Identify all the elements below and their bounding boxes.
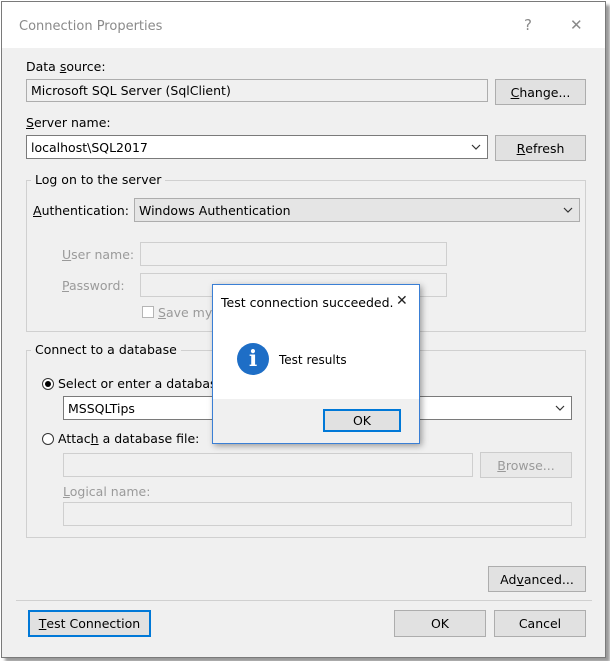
help-button[interactable]: ? xyxy=(524,16,532,34)
chevron-down-icon[interactable] xyxy=(563,205,573,215)
advanced-button[interactable]: Ad v anced... xyxy=(488,566,586,592)
change-button[interactable]: Change... xyxy=(495,79,586,105)
label-part: Ad xyxy=(500,571,517,587)
label-accel: L xyxy=(63,484,70,499)
label-accel: T xyxy=(38,616,47,631)
label-part: Attac xyxy=(58,431,91,446)
label-part: Data xyxy=(26,59,60,74)
user-name-input[interactable] xyxy=(140,242,447,266)
label-part: est Connection xyxy=(46,616,141,631)
server-name-label: Server name: xyxy=(26,115,111,130)
logical-name-input[interactable] xyxy=(63,502,572,526)
message-box-title: Test connection succeeded. xyxy=(221,295,394,310)
connection-properties-dialog: Connection Properties ? ✕ Data source: M… xyxy=(1,1,606,658)
label-part: erver name: xyxy=(33,115,111,130)
test-connection-button[interactable]: Test Connection xyxy=(28,610,151,637)
chevron-down-icon[interactable] xyxy=(555,403,565,413)
chevron-down-icon[interactable] xyxy=(471,142,481,152)
select-database-label: Select or enter a database n xyxy=(58,376,237,391)
user-name-label: User name: xyxy=(62,247,134,262)
select-database-radio[interactable] xyxy=(42,378,54,390)
server-name-combo[interactable]: localhost\SQL2017 xyxy=(26,135,488,159)
database-file-input[interactable] xyxy=(63,453,473,477)
label-part: assword: xyxy=(68,278,125,293)
attach-database-radio[interactable] xyxy=(42,433,54,445)
authentication-value: Windows Authentication xyxy=(139,202,291,218)
logon-group-title: Log on to the server xyxy=(31,172,166,187)
password-label: Password: xyxy=(62,278,125,293)
info-icon: i xyxy=(237,343,269,375)
refresh-button[interactable]: Refresh xyxy=(495,135,586,161)
radio-selected-dot xyxy=(45,381,51,387)
label-part: ogical name: xyxy=(69,484,151,499)
label-accel: v xyxy=(516,571,524,587)
message-box-close-icon[interactable]: ✕ xyxy=(396,293,408,309)
label-part: hange... xyxy=(519,84,571,100)
logical-name-label: Logical name: xyxy=(63,484,150,499)
browse-button[interactable]: Browse... xyxy=(480,452,572,478)
ok-button[interactable]: OK xyxy=(394,610,486,637)
label-accel: C xyxy=(510,84,520,100)
label-accel: R xyxy=(516,140,526,156)
label-part: a database file: xyxy=(98,431,200,446)
title-bar: Connection Properties ? ✕ xyxy=(2,2,605,48)
footer-divider xyxy=(16,600,592,601)
data-source-value: Microsoft SQL Server (SqlClient) xyxy=(31,83,231,98)
database-name-value: MSSQLTips xyxy=(68,400,135,416)
server-name-value: localhost\SQL2017 xyxy=(31,139,148,155)
data-source-field: Microsoft SQL Server (SqlClient) xyxy=(26,79,488,102)
label-accel: U xyxy=(62,247,72,262)
label-accel: B xyxy=(497,457,506,473)
message-ok-button[interactable]: OK xyxy=(323,409,401,432)
authentication-select[interactable]: Windows Authentication xyxy=(134,198,580,222)
label-accel: P xyxy=(62,278,69,293)
message-box-footer: OK xyxy=(213,399,419,443)
label-accel: h xyxy=(90,431,99,446)
label-part: anced... xyxy=(523,571,574,587)
label-accel: S xyxy=(158,305,166,320)
window-title: Connection Properties xyxy=(19,19,163,34)
label-part: ource: xyxy=(66,59,106,74)
info-glyph: i xyxy=(248,346,258,372)
test-result-message-box: Test connection succeeded. ✕ i Test resu… xyxy=(212,284,420,444)
close-button[interactable]: ✕ xyxy=(570,16,583,34)
label-part: efresh xyxy=(525,140,565,156)
save-password-checkbox[interactable] xyxy=(142,306,154,318)
authentication-label: Authentication: xyxy=(33,203,129,218)
attach-database-label: Attach a database file: xyxy=(58,431,199,446)
label-accel: A xyxy=(33,203,42,218)
label-accel: S xyxy=(26,115,34,130)
label-part: uthentication: xyxy=(41,203,129,218)
data-source-label: Data source: xyxy=(26,59,106,74)
database-group-title: Connect to a database xyxy=(31,342,181,357)
label-part: ser name: xyxy=(71,247,135,262)
message-text: Test results xyxy=(279,353,347,367)
cancel-button[interactable]: Cancel xyxy=(494,610,586,637)
label-part: rowse... xyxy=(505,457,555,473)
